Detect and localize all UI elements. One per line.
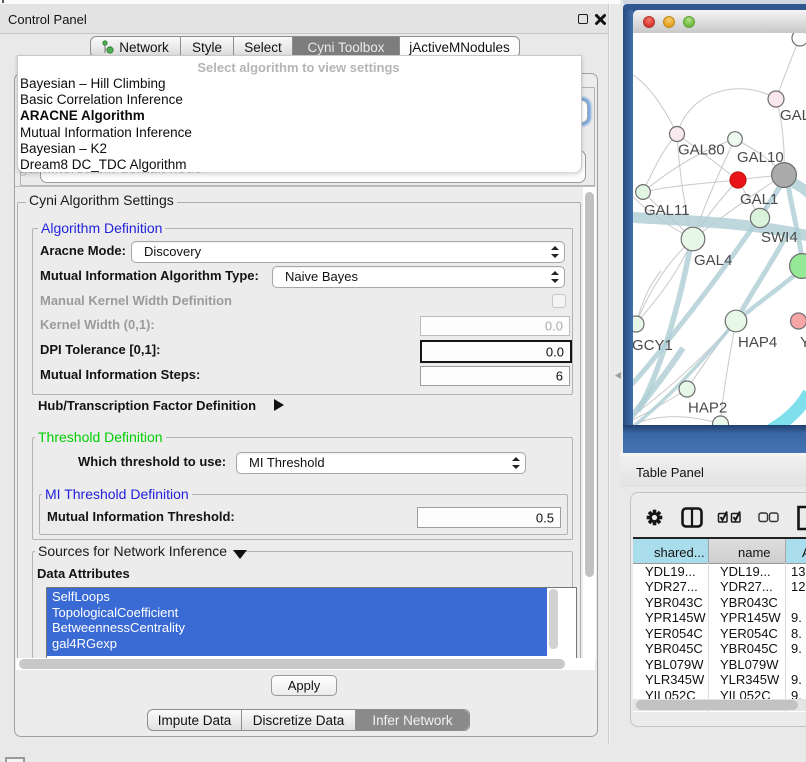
- svg-text:SWI4: SWI4: [761, 229, 798, 246]
- svg-text:GAL1: GAL1: [740, 191, 778, 208]
- svg-text:GCY1: GCY1: [633, 337, 673, 354]
- svg-text:GAL80: GAL80: [678, 142, 725, 159]
- svg-text:GAL4: GAL4: [694, 252, 732, 269]
- svg-text:GAL11: GAL11: [644, 202, 690, 219]
- svg-text:GAL7: GAL7: [780, 107, 806, 124]
- svg-text:Y: Y: [800, 334, 806, 351]
- svg-text:GAL10: GAL10: [737, 149, 784, 166]
- svg-text:HAP2: HAP2: [688, 400, 727, 417]
- svg-text:HAP4: HAP4: [738, 334, 777, 351]
